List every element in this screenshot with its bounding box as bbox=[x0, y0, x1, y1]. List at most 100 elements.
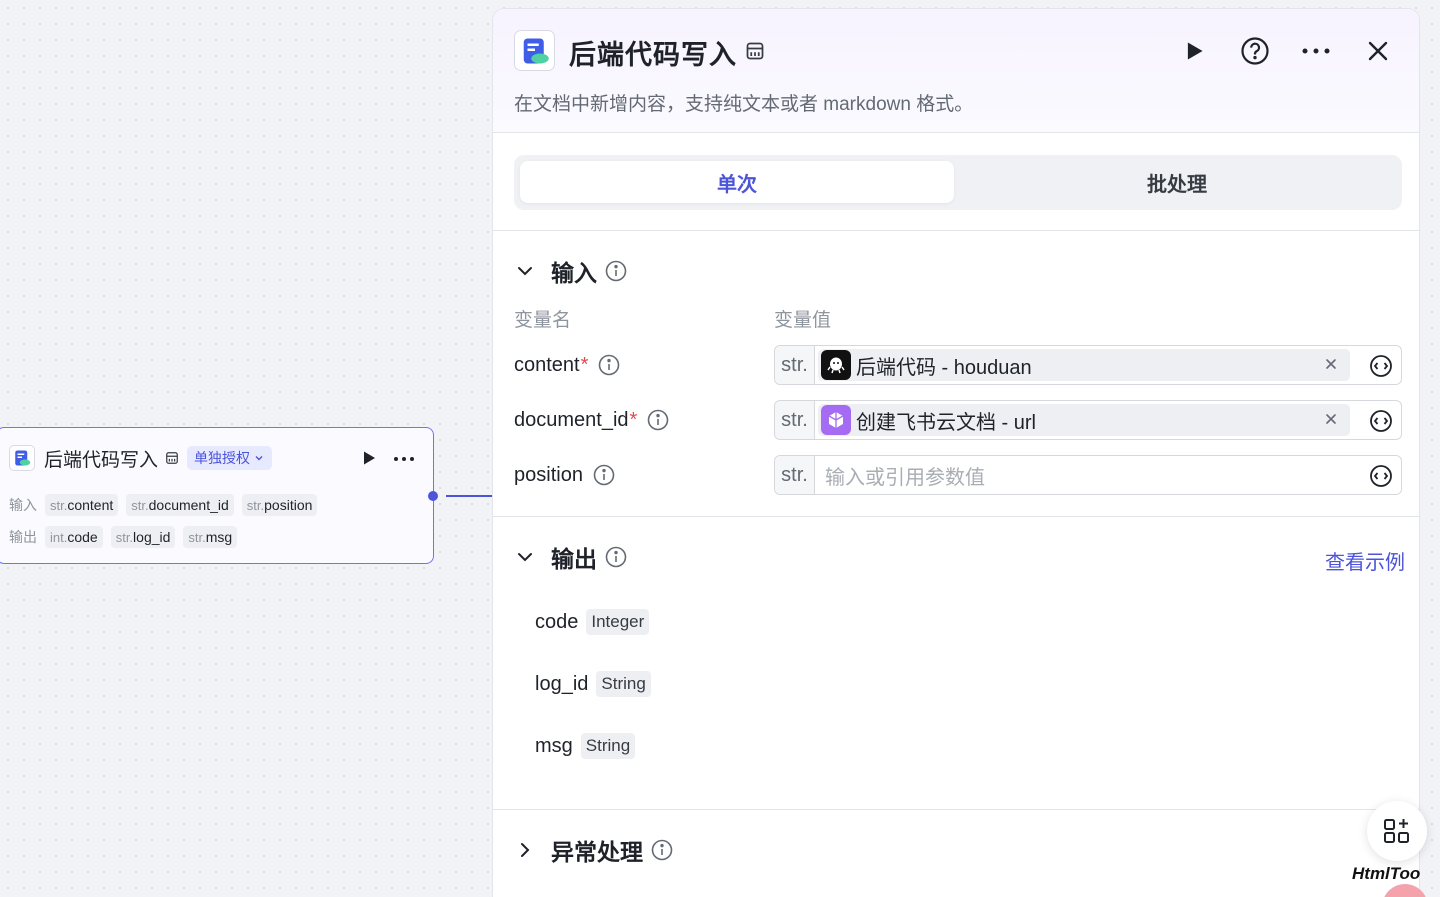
store-icon bbox=[746, 42, 764, 60]
node-input-row: 输入 str.content str.document_id str.posit… bbox=[9, 494, 325, 516]
param-position-label: position bbox=[514, 460, 615, 490]
play-icon[interactable] bbox=[360, 449, 378, 467]
param-document-id-label: document_id * bbox=[514, 405, 669, 435]
chip-name: msg bbox=[205, 529, 233, 545]
chip-type: str. bbox=[246, 498, 265, 513]
node-output-row: 输出 int.code str.log_id str.msg bbox=[9, 526, 245, 548]
chip-name: document_id bbox=[148, 497, 229, 513]
node-input-chip: str.position bbox=[241, 494, 318, 516]
output-section-header[interactable]: 输出 bbox=[515, 542, 627, 572]
variable-ref-icon[interactable] bbox=[1369, 354, 1393, 378]
ref-text: 创建飞书云文档 - url bbox=[856, 411, 1036, 434]
param-content-input[interactable]: str. 后端代码 - houduan bbox=[774, 345, 1402, 385]
node-config-panel: 后端代码写入 在文档中新增内容，支持纯文本或者 markdown 格式。 单次 … bbox=[492, 8, 1420, 897]
output-field-msg: msg String bbox=[535, 733, 636, 759]
auth-dropdown[interactable]: 单独授权 bbox=[187, 446, 273, 470]
chip-type: int. bbox=[50, 530, 68, 545]
type-select[interactable]: str. bbox=[775, 456, 815, 494]
chip-type: str. bbox=[131, 498, 149, 513]
doc-plugin-icon bbox=[9, 445, 35, 471]
node-title: 后端代码写入 bbox=[44, 449, 159, 471]
error-section-header[interactable]: 异常处理 bbox=[515, 835, 673, 865]
close-icon bbox=[1368, 41, 1388, 61]
info-icon[interactable] bbox=[651, 839, 673, 861]
more-button[interactable] bbox=[1301, 36, 1331, 66]
node-output-chip: str.log_id bbox=[110, 526, 176, 548]
col-var-name: 变量名 bbox=[514, 310, 572, 331]
chevron-down-icon bbox=[518, 267, 532, 276]
divider bbox=[493, 516, 1419, 517]
panel-description: 在文档中新增内容，支持纯文本或者 markdown 格式。 bbox=[514, 94, 974, 115]
store-icon bbox=[165, 450, 181, 466]
workflow-node[interactable]: 后端代码写入 单独授权 输入 str.content str.document_… bbox=[0, 427, 434, 564]
info-icon[interactable] bbox=[647, 409, 669, 431]
param-content-label: content * bbox=[514, 350, 620, 380]
info-icon[interactable] bbox=[605, 260, 627, 282]
variable-ref-icon[interactable] bbox=[1369, 409, 1393, 433]
output-type: Integer bbox=[586, 609, 650, 635]
type-select[interactable]: str. bbox=[775, 346, 815, 384]
param-position-input[interactable]: str. 输入或引用参数值 bbox=[774, 455, 1402, 495]
col-var-value: 变量值 bbox=[774, 310, 832, 331]
apps-button[interactable] bbox=[1367, 801, 1427, 861]
param-name: content bbox=[514, 353, 580, 376]
ref-text: 后端代码 - houduan bbox=[856, 356, 1032, 379]
variable-ref-icon[interactable] bbox=[1369, 464, 1393, 488]
apps-sparkle-icon bbox=[1384, 819, 1409, 843]
clear-icon[interactable] bbox=[1324, 357, 1338, 371]
tab-single[interactable]: 单次 bbox=[520, 161, 954, 203]
output-field-code: code Integer bbox=[535, 609, 650, 635]
output-type: String bbox=[596, 671, 651, 697]
output-name: code bbox=[535, 610, 579, 633]
node-input-chip: str.content bbox=[45, 494, 119, 516]
position-placeholder[interactable]: 输入或引用参数值 bbox=[825, 461, 1401, 490]
info-icon[interactable] bbox=[605, 546, 627, 568]
chip-name: position bbox=[264, 497, 313, 513]
chevron-down-icon bbox=[518, 553, 532, 562]
more-icon[interactable] bbox=[393, 456, 415, 462]
help-button[interactable] bbox=[1240, 36, 1270, 66]
close-button[interactable] bbox=[1363, 36, 1393, 66]
output-port[interactable] bbox=[428, 491, 438, 501]
divider bbox=[493, 230, 1419, 231]
output-name: log_id bbox=[535, 672, 589, 695]
output-type: String bbox=[580, 733, 636, 759]
panel-header: 后端代码写入 在文档中新增内容，支持纯文本或者 markdown 格式。 bbox=[493, 9, 1419, 133]
chevron-right-icon bbox=[521, 843, 530, 857]
node-output-label: 输出 bbox=[9, 529, 37, 545]
code-plugin-icon bbox=[821, 350, 851, 380]
node-input-label: 输入 bbox=[9, 497, 37, 513]
ref-pill[interactable]: 创建飞书云文档 - url bbox=[818, 404, 1350, 436]
input-section-title: 输入 bbox=[551, 260, 597, 286]
chip-type: str. bbox=[50, 498, 68, 513]
type-select[interactable]: str. bbox=[775, 401, 815, 439]
clear-icon[interactable] bbox=[1324, 412, 1338, 426]
doc-plugin-icon bbox=[514, 30, 555, 71]
chip-type: str. bbox=[188, 530, 206, 545]
info-icon[interactable] bbox=[593, 464, 615, 486]
param-name: position bbox=[514, 463, 583, 486]
view-example-link[interactable]: 查看示例 bbox=[1325, 546, 1405, 575]
input-section-header[interactable]: 输入 bbox=[515, 256, 627, 286]
chip-name: content bbox=[67, 497, 114, 513]
output-section-title: 输出 bbox=[551, 546, 597, 572]
output-field-log-id: log_id String bbox=[535, 671, 651, 697]
divider bbox=[493, 809, 1419, 810]
param-document-id-input[interactable]: str. 创建飞书云文档 - url bbox=[774, 400, 1402, 440]
node-output-chip: str.msg bbox=[183, 526, 238, 548]
watermark: HtmlToo bbox=[1352, 864, 1421, 883]
auth-label: 单独授权 bbox=[194, 450, 251, 466]
chip-type: str. bbox=[115, 530, 134, 545]
tab-batch[interactable]: 批处理 bbox=[960, 161, 1394, 203]
node-output-chip: int.code bbox=[45, 526, 103, 548]
error-section-title: 异常处理 bbox=[551, 839, 643, 865]
connection-edge bbox=[446, 495, 492, 497]
feishu-doc-icon bbox=[821, 405, 851, 435]
help-icon bbox=[1241, 37, 1269, 65]
info-icon[interactable] bbox=[598, 354, 620, 376]
ref-pill[interactable]: 后端代码 - houduan bbox=[818, 349, 1350, 381]
run-button[interactable] bbox=[1179, 36, 1209, 66]
output-name: msg bbox=[535, 734, 573, 757]
param-name: document_id bbox=[514, 408, 629, 431]
panel-title[interactable]: 后端代码写入 bbox=[569, 33, 737, 72]
